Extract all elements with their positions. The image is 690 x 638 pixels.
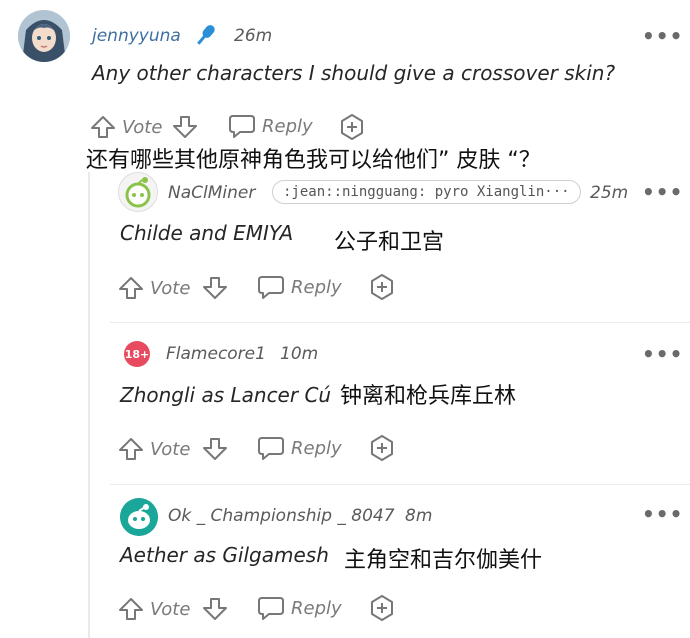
upvote-arrow-icon (118, 596, 144, 622)
upvote-arrow-icon (118, 275, 144, 301)
avatar[interactable] (120, 498, 158, 536)
more-options-icon[interactable]: ••• (642, 342, 683, 366)
reply-label: Reply (291, 597, 342, 619)
reply-label: Reply (291, 276, 342, 298)
vote-label: Vote (150, 438, 191, 460)
downvote-arrow-icon (172, 114, 198, 140)
divider (110, 484, 690, 485)
vote-label: Vote (150, 277, 191, 299)
downvote-button[interactable] (202, 436, 228, 462)
more-options-icon[interactable]: ••• (642, 180, 683, 204)
upvote-button[interactable]: Vote (118, 436, 190, 462)
reply-bubble-icon (257, 595, 285, 621)
microphone-icon (190, 20, 220, 54)
reply-label: Reply (291, 437, 342, 459)
downvote-arrow-icon (202, 275, 228, 301)
upvote-button[interactable]: Vote (90, 114, 162, 140)
upvote-arrow-icon (90, 114, 116, 140)
nsfw-badge: 18+ (124, 341, 150, 367)
add-award-icon (368, 273, 396, 301)
more-options-icon[interactable]: ••• (642, 24, 683, 48)
award-button[interactable] (368, 594, 396, 622)
add-award-icon (368, 434, 396, 462)
add-award-icon (368, 594, 396, 622)
post-time: 26m (234, 26, 273, 46)
divider (110, 322, 690, 323)
reply-button[interactable]: Reply (257, 595, 342, 621)
vote-label: Vote (122, 116, 163, 138)
reply-button[interactable]: Reply (257, 435, 342, 461)
reply-bubble-icon (228, 113, 256, 139)
avatar[interactable] (118, 172, 158, 212)
reply-label: Reply (262, 115, 313, 137)
post-translation: 还有哪些其他原神角色我可以给他们” 皮肤 “？ (86, 148, 541, 173)
add-award-icon (338, 113, 366, 141)
reply-button[interactable]: Reply (228, 113, 313, 139)
thread-line (88, 172, 90, 638)
award-button[interactable] (368, 434, 396, 462)
reply-text: Childe and EMIYA (120, 221, 294, 245)
reply-translation: 公子和卫宫 (334, 230, 445, 255)
avatar[interactable] (18, 10, 70, 62)
downvote-arrow-icon (202, 436, 228, 462)
reply-username[interactable]: Flamecore1 (166, 344, 266, 364)
award-button[interactable] (338, 113, 366, 141)
more-options-icon[interactable]: ••• (642, 502, 683, 526)
post-username[interactable]: jennyyuna (92, 26, 181, 46)
downvote-arrow-icon (202, 596, 228, 622)
downvote-button[interactable] (172, 114, 198, 140)
reply-username[interactable]: NaClMiner (168, 183, 255, 203)
upvote-arrow-icon (118, 436, 144, 462)
reply-button[interactable]: Reply (257, 274, 342, 300)
reply-bubble-icon (257, 274, 285, 300)
downvote-button[interactable] (202, 275, 228, 301)
reply-username[interactable]: Ok _ Championship _ 8047 (168, 506, 395, 526)
downvote-button[interactable] (202, 596, 228, 622)
award-button[interactable] (368, 273, 396, 301)
reply-time: 10m (280, 344, 319, 364)
reply-time: 8m (405, 506, 433, 526)
reply-bubble-icon (257, 435, 285, 461)
user-flair: :jean::ningguang: pyro Xianglin··· (272, 180, 581, 204)
reply-time: 25m (590, 183, 629, 203)
reply-translation: 主角空和吉尔伽美什 (344, 548, 543, 573)
upvote-button[interactable]: Vote (118, 275, 190, 301)
post-text: Any other characters I should give a cro… (92, 61, 616, 85)
vote-label: Vote (150, 598, 191, 620)
reply-text: Zhongli as Lancer Cú (120, 383, 332, 407)
reply-text: Aether as Gilgamesh (120, 543, 329, 567)
reply-translation: 钟离和枪兵库丘林 (340, 384, 517, 409)
upvote-button[interactable]: Vote (118, 596, 190, 622)
